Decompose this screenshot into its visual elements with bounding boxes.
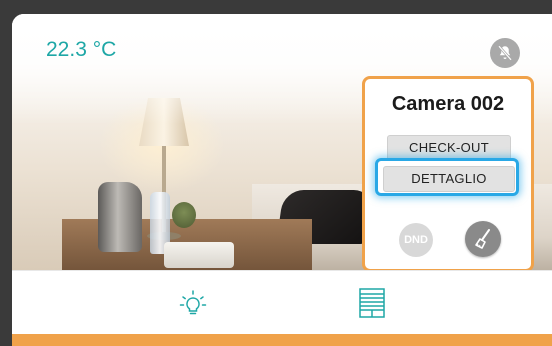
- cups-shape: [164, 242, 234, 268]
- blinds-button[interactable]: [358, 287, 386, 319]
- kettle-shape: [98, 182, 142, 252]
- lightbulb-icon: [179, 290, 207, 315]
- mute-button[interactable]: [490, 38, 520, 68]
- detail-button[interactable]: DETTAGLIO: [383, 166, 515, 192]
- dnd-label: DND: [404, 234, 428, 246]
- bell-off-icon: [498, 45, 512, 61]
- window-blinds-icon: [359, 288, 385, 318]
- light-button[interactable]: [178, 289, 208, 319]
- bottom-toolbar: [12, 270, 552, 335]
- cleaning-button[interactable]: [465, 221, 501, 257]
- room-card: 22.3 °C Camera 002 CHECK-OUT DETTAGLIO D…: [12, 14, 552, 346]
- broom-icon: [475, 229, 490, 249]
- temperature-readout: 22.3 °C: [46, 38, 117, 61]
- plant-shape: [172, 202, 196, 228]
- dnd-button[interactable]: DND: [399, 223, 433, 257]
- accent-bar: [12, 334, 552, 346]
- room-name: Camera 002: [391, 93, 505, 115]
- room-control-panel: Camera 002 CHECK-OUT DETTAGLIO DND: [362, 76, 534, 272]
